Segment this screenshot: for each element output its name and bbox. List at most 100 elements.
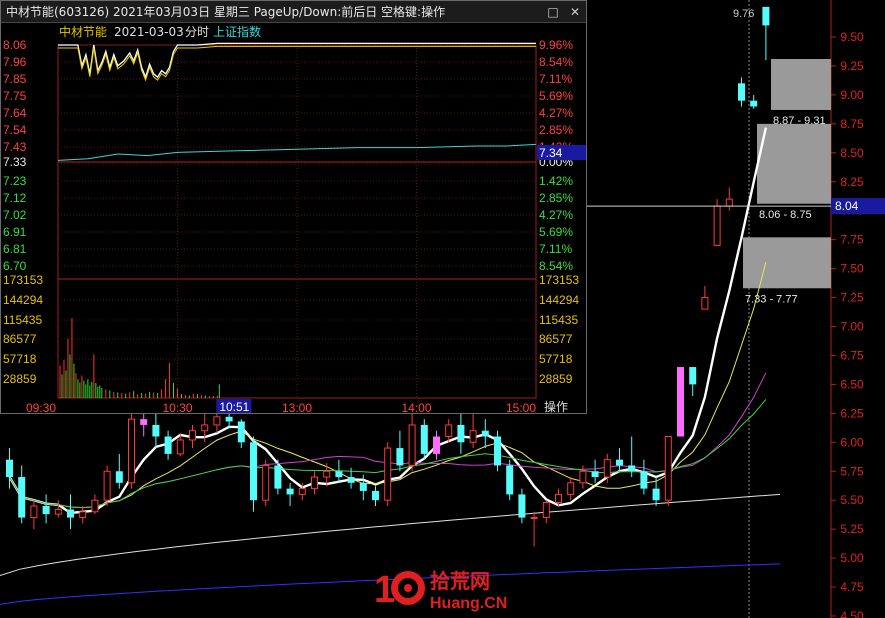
intraday-current-price-label: 7.34 [539,146,563,160]
intraday-pct-tick-label: 2.85% [539,191,573,205]
daily-candle-body [262,464,270,501]
daily-price-tick-label: 5.25 [840,522,864,536]
daily-candle-body [54,508,62,515]
daily-candle-body [481,430,489,437]
daily-candle-body [408,424,416,466]
minimize-icon[interactable]: □ [545,4,561,20]
intraday-stock-name: 中材节能 [59,24,107,39]
daily-candle-body [311,476,318,490]
intraday-pct-tick-label: 7.11% [539,72,572,86]
daily-candle-body [530,517,538,520]
intraday-pct-tick-label: 5.69% [539,89,573,103]
daily-candle-body [189,430,196,441]
daily-candle-body [103,470,111,501]
intraday-price-tick-label: 7.02 [3,208,27,222]
intraday-price-tick-label: 7.64 [3,106,27,120]
intraday-volume-tick-label-right: 86577 [539,332,573,346]
intraday-pct-tick-label: 8.54% [539,55,573,69]
intraday-popup-window[interactable]: 中材节能(603126) 2021年03月03日 星期三 PageUp/Down… [0,0,587,414]
daily-candle-body [433,436,440,454]
intraday-mode: 分时 [185,25,209,39]
daily-candle-body [591,471,599,478]
daily-price-tick-label: 6.00 [840,435,864,449]
daily-zone-label: 7.33 - 7.77 [745,293,798,305]
daily-candle-body [396,448,404,466]
intraday-price-tick-label: 7.43 [3,140,27,154]
popup-title-text: 中材节能(603126) 2021年03月03日 星期三 PageUp/Down… [6,5,446,19]
daily-candle-body [384,447,392,501]
intraday-price-tick-label: 7.12 [3,191,27,205]
daily-candle-body [237,421,245,443]
daily-candle-body [579,470,587,484]
daily-candle-body [6,459,13,478]
intraday-index-line [57,143,537,161]
daily-candle-body [603,459,611,478]
intraday-volume-tick-label-right: 144294 [539,293,579,307]
daily-price-tick-label: 4.75 [840,580,864,594]
daily-candle-body [42,505,50,515]
intraday-pct-tick-label: 8.54% [539,259,573,273]
intraday-pct-tick-label: 2.85% [539,123,573,137]
intraday-price-tick-label: 7.33 [3,155,27,169]
daily-candle-body [445,424,453,438]
daily-price-tick-label: 9.25 [840,59,864,73]
daily-candle-body [738,83,745,101]
intraday-timeshare-chart[interactable]: 8.06 7.96 7.85 7.75 7.64 7.54 7.437.33 7.23 7.12… [1,23,586,413]
daily-price-tick-label: 6.75 [840,348,864,362]
daily-resistance-zone [743,237,831,289]
daily-candle-body [689,367,697,385]
intraday-time-tick-label: 10:30 [162,401,192,413]
daily-candle-body [372,490,379,501]
daily-candle-body [67,509,74,518]
daily-candle-body [250,442,257,501]
daily-candle-body [79,511,87,519]
intraday-volume-tick-label-right: 28859 [539,372,573,386]
daily-candle-body [616,459,623,466]
daily-candle-body [725,198,733,207]
daily-high-label: 9.76 [733,8,754,20]
intraday-price-tick-label: 8.06 [3,38,27,52]
daily-price-tick-label: 6.50 [840,377,864,391]
daily-candle-body [750,100,758,107]
intraday-volume-tick-label-left: 144294 [3,293,43,307]
daily-candle-body [140,419,148,425]
operate-button[interactable]: 操作 [544,398,568,415]
daily-candle-body [323,470,331,478]
daily-candle-body [225,416,233,422]
daily-candle-body [652,488,660,501]
intraday-time-tick-label: 13:00 [282,401,312,413]
daily-candle-body [457,424,465,443]
intraday-price-tick-label: 6.70 [3,259,27,273]
daily-candle-body [164,436,172,454]
intraday-volume-tick-label-left: 115435 [3,313,42,327]
daily-candle-body [701,297,709,310]
daily-price-tick-label: 7.00 [840,320,864,334]
daily-price-tick-label: 5.50 [840,493,864,507]
daily-candle-body [555,493,562,504]
daily-candle-body [359,482,367,491]
daily-candle-body [213,416,221,426]
close-icon[interactable]: ✕ [567,4,583,20]
intraday-price-tick-label: 7.96 [3,55,27,69]
daily-current-price-label: 8.04 [835,199,859,213]
svg-text:拾荒网: 拾荒网 [430,569,490,593]
daily-candle-body [469,430,477,443]
daily-price-tick-label: 8.75 [840,117,864,131]
intraday-price-tick-label: 6.91 [3,225,27,239]
intraday-price-tick-label: 7.85 [3,72,27,86]
intraday-pct-tick-label: 9.96% [539,38,573,52]
daily-candle-body [494,436,501,466]
daily-price-tick-label: 5.00 [840,551,864,565]
daily-candle-body [274,465,282,489]
daily-candle-body [518,494,526,518]
popup-title-bar[interactable]: 中材节能(603126) 2021年03月03日 星期三 PageUp/Down… [1,1,586,23]
intraday-price-tick-label: 6.81 [3,242,27,256]
daily-candle-body [347,477,355,483]
daily-price-tick-label: 6.25 [840,406,864,420]
daily-candle-body [128,418,135,484]
daily-price-tick-label: 4.50 [840,609,864,618]
daily-price-tick-label: 8.25 [840,175,864,189]
intraday-volume-tick-label-left: 57718 [3,352,37,366]
daily-candle-body [762,6,770,26]
intraday-time-tick-label: 09:30 [26,401,56,413]
